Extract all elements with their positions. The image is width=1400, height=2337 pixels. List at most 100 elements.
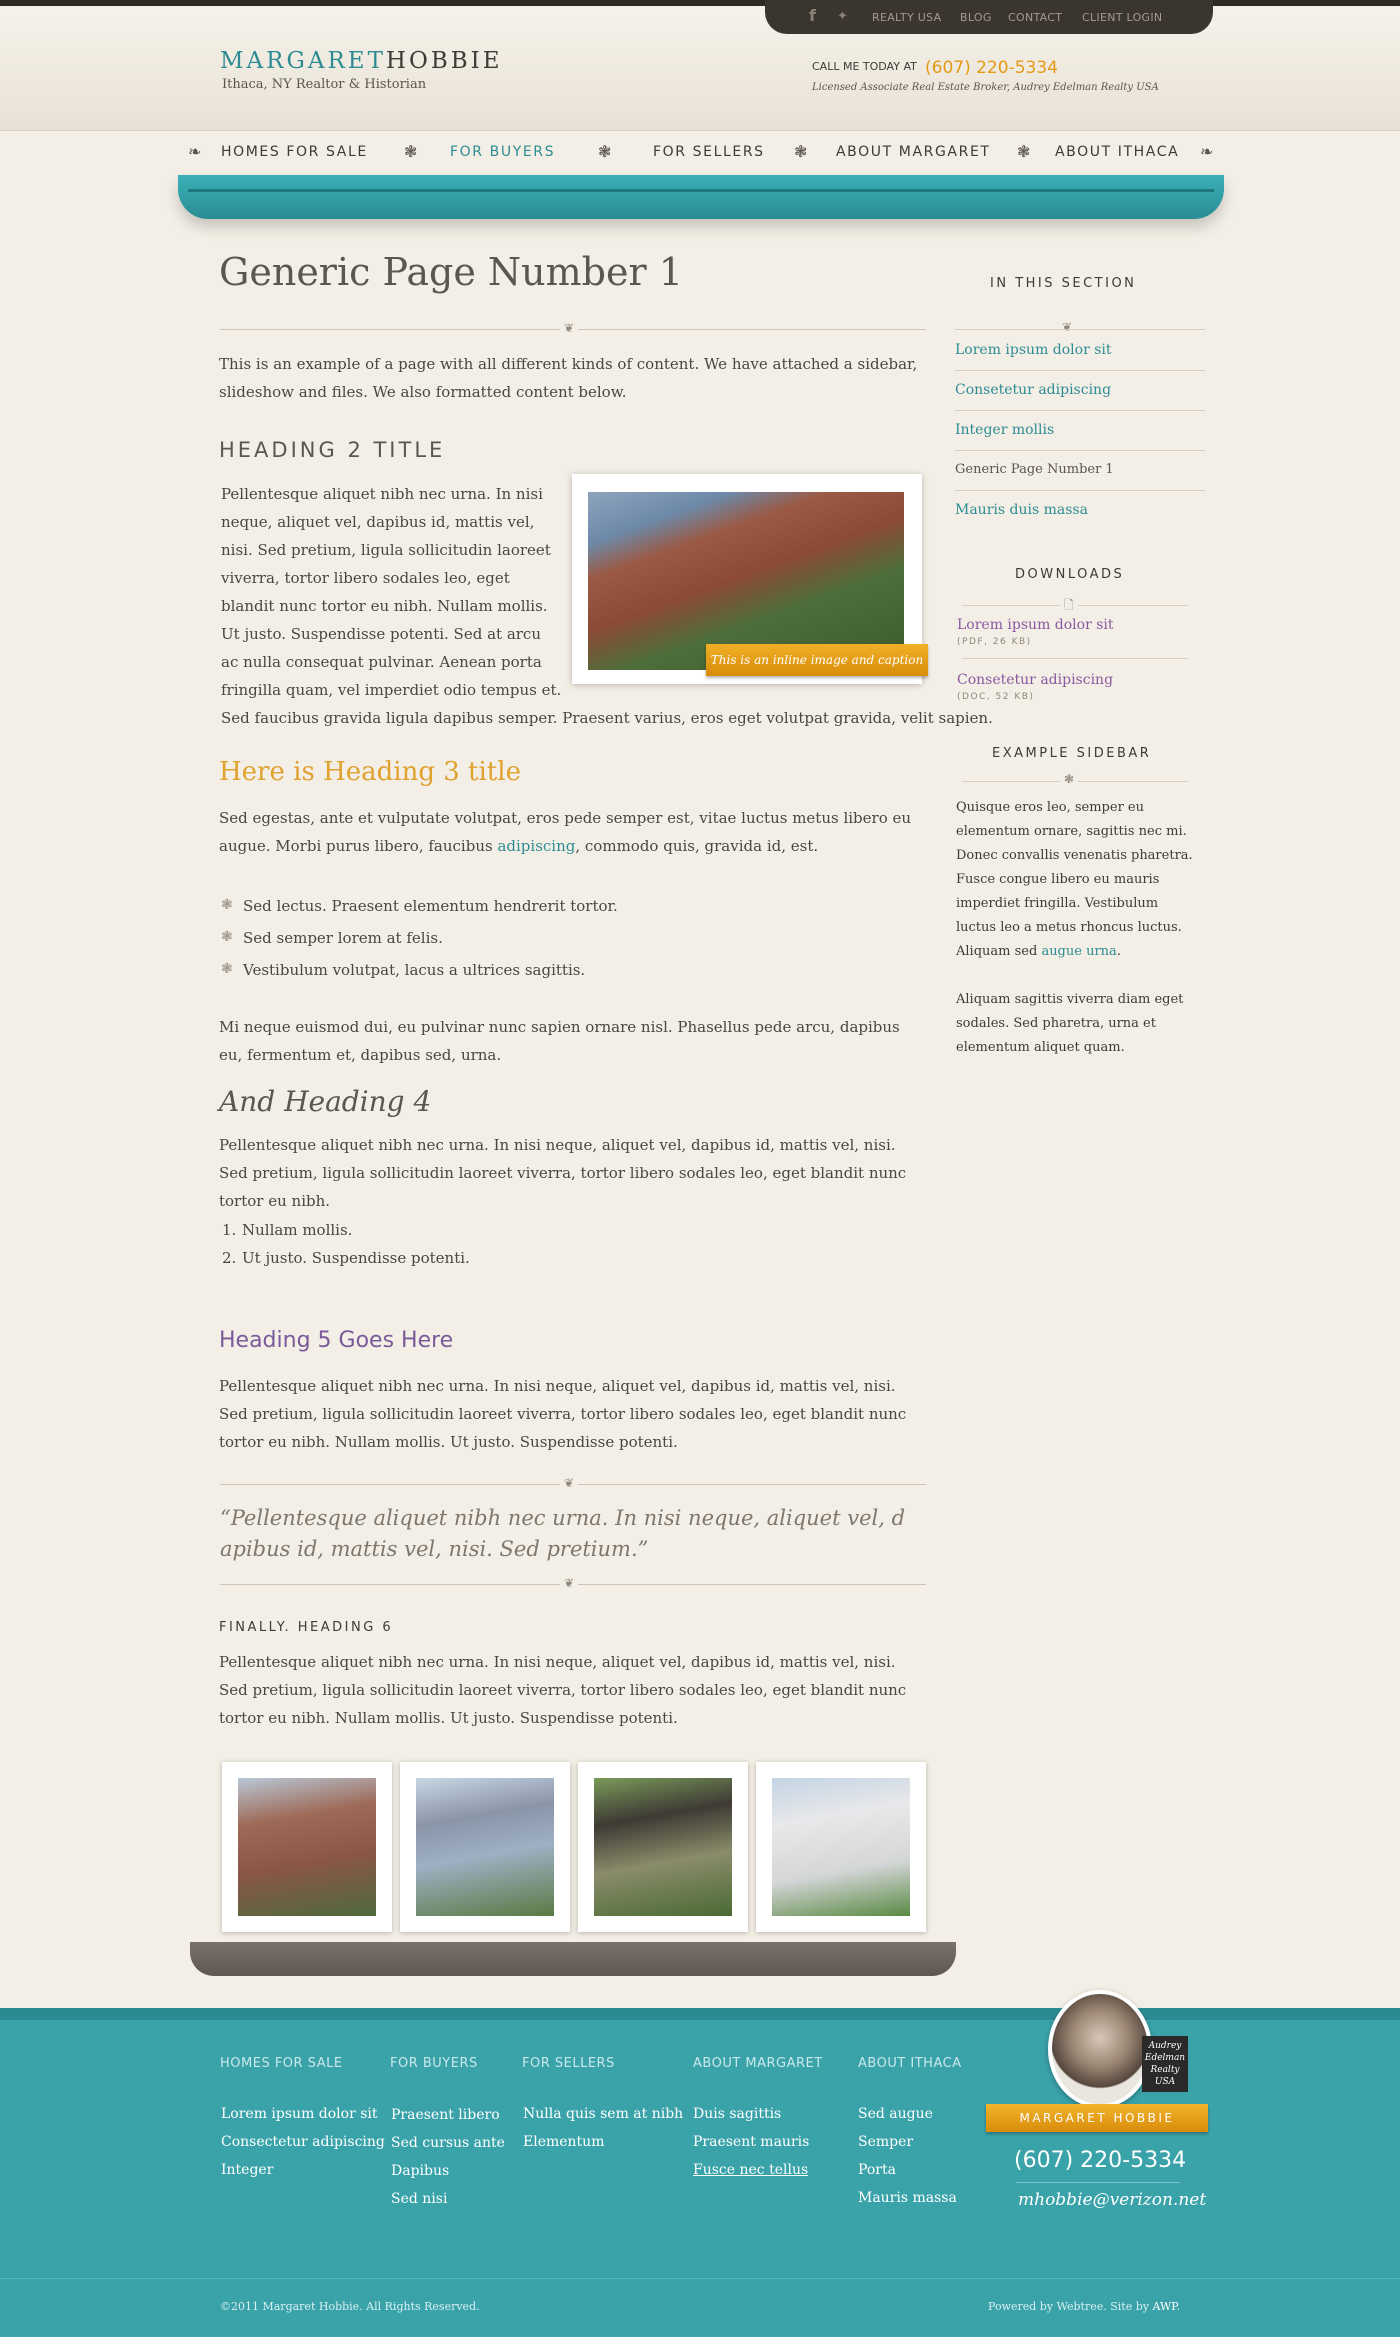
footer-link[interactable]: Semper: [858, 2134, 913, 2150]
blockquote: “Pellentesque aliquet nibh nec urna. In …: [220, 1506, 906, 1561]
footer-link[interactable]: Consectetur adipiscing: [221, 2134, 385, 2150]
bullet-item: Sed semper lorem at felis.: [243, 929, 443, 947]
example-sidebar-title: EXAMPLE SIDEBAR: [992, 746, 1152, 761]
sidebar-divider: [955, 370, 1205, 371]
downloads-title: DOWNLOADS: [1015, 567, 1125, 582]
inline-link[interactable]: adipiscing: [497, 837, 575, 855]
twitter-icon[interactable]: ✦: [837, 9, 848, 24]
license-note: Licensed Associate Real Estate Broker, A…: [812, 82, 1159, 93]
nav-for-sellers[interactable]: FOR SELLERS: [653, 144, 765, 160]
footer-link[interactable]: Sed cursus ante: [391, 2135, 505, 2151]
download-meta-2: (DOC, 52 KB): [957, 692, 1035, 702]
bullet-icon: ❃: [221, 897, 233, 913]
call-label: CALL ME TODAY AT: [812, 60, 917, 73]
agent-avatar: [1048, 1990, 1152, 2108]
logo-last-name: HOBBIE: [385, 48, 503, 74]
footer-link[interactable]: Elementum: [523, 2134, 604, 2150]
footer-link[interactable]: Nulla quis sem at nibh: [523, 2106, 683, 2122]
sidebar-item-integer[interactable]: Integer mollis: [955, 422, 1054, 438]
site-tagline: Ithaca, NY Realtor & Historian: [222, 77, 427, 92]
image-caption: This is an inline image and caption: [706, 644, 928, 676]
gallery-thumb-1[interactable]: [222, 1762, 392, 1932]
main-nav: ❧ HOMES FOR SALE ❃ FOR BUYERS ❃ FOR SELL…: [0, 138, 1400, 168]
footer-link[interactable]: Duis sagittis: [693, 2106, 781, 2122]
utility-link-blog[interactable]: BLOG: [960, 11, 992, 24]
nav-homes-for-sale[interactable]: HOMES FOR SALE: [221, 144, 368, 160]
document-icon: 🗋: [1060, 596, 1078, 617]
gallery-thumb-3[interactable]: [578, 1762, 748, 1932]
footer-link[interactable]: Fusce nec tellus: [693, 2162, 808, 2178]
heading-3-paragraph: Sed egestas, ante et vulputate volutpat,…: [219, 804, 927, 860]
sidebar-divider: [955, 410, 1205, 411]
footer-col-title[interactable]: ABOUT ITHACA: [858, 2056, 962, 2071]
footer-divider: [0, 2278, 1400, 2279]
utility-link-contact[interactable]: CONTACT: [1008, 11, 1062, 24]
utility-bar: f ✦ REALTY USA BLOG CONTACT CLIENT LOGIN: [765, 0, 1213, 34]
footer-link[interactable]: Sed nisi: [391, 2191, 447, 2207]
para-line: ac nulla consequat pulvinar. Aenean port…: [221, 653, 542, 671]
nav-about-margaret[interactable]: ABOUT MARGARET: [836, 144, 991, 160]
text: .: [1176, 2300, 1180, 2313]
footer-col-title[interactable]: ABOUT MARGARET: [693, 2056, 823, 2071]
sidebar-divider: [955, 490, 1205, 491]
download-link-2[interactable]: Consetetur adipiscing: [957, 672, 1113, 688]
footer-link[interactable]: Mauris massa: [858, 2190, 957, 2206]
awp-link[interactable]: AWP: [1152, 2300, 1176, 2313]
page-title: Generic Page Number 1: [219, 250, 683, 294]
footer-link[interactable]: Lorem ipsum dolor sit: [221, 2106, 378, 2122]
powered-by: Powered by Webtree. Site by AWP.: [988, 2300, 1180, 2313]
nav-for-buyers[interactable]: FOR BUYERS: [450, 144, 555, 160]
sidebar-divider: [955, 450, 1205, 451]
site-logo[interactable]: MARGARETHOBBIE: [220, 48, 503, 74]
footer-col-title[interactable]: HOMES FOR SALE: [220, 2056, 343, 2071]
house-photo: [772, 1778, 910, 1916]
footer-col-title[interactable]: FOR BUYERS: [390, 2056, 478, 2071]
divider-ornament-icon: ❦: [1058, 320, 1077, 334]
facebook-icon[interactable]: f: [809, 6, 816, 25]
nav-separator-icon: ❃: [598, 142, 612, 161]
house-photo: [238, 1778, 376, 1916]
footer-email[interactable]: mhobbie@verizon.net: [1018, 2190, 1206, 2210]
footer-link[interactable]: Porta: [858, 2162, 896, 2178]
bullet-icon: ❃: [221, 961, 233, 977]
sidebar-item-consetetur[interactable]: Consetetur adipiscing: [955, 382, 1111, 398]
heading-3: Here is Heading 3 title: [219, 757, 521, 787]
footer-link[interactable]: Dapibus: [391, 2163, 449, 2179]
sidebar-item-current[interactable]: Generic Page Number 1: [955, 462, 1114, 477]
heading-2: HEADING 2 TITLE: [219, 438, 446, 462]
footer-link[interactable]: Praesent mauris: [693, 2134, 809, 2150]
nav-ornament-icon: ❧: [1200, 142, 1214, 161]
paragraph: Mi neque euismod dui, eu pulvinar nunc s…: [219, 1018, 900, 1064]
utility-link-realty[interactable]: REALTY USA: [872, 11, 941, 24]
divider-ornament-icon: ❦: [560, 1576, 579, 1590]
webtree-link[interactable]: Webtree: [1057, 2300, 1104, 2313]
heading-6: FINALLY. HEADING 6: [219, 1620, 394, 1635]
download-link-1[interactable]: Lorem ipsum dolor sit: [957, 617, 1114, 633]
footer-phone[interactable]: (607) 220-5334: [1014, 2148, 1186, 2173]
para-line: viverra, tortor libero sodales leo, eget: [221, 569, 510, 587]
footer-link[interactable]: Integer: [221, 2162, 273, 2178]
heading-4: And Heading 4: [219, 1085, 432, 1118]
ordered-item: Nullam mollis.: [242, 1221, 353, 1239]
heading-5-paragraph: Pellentesque aliquet nibh nec urna. In n…: [219, 1377, 907, 1451]
sidebar-item-lorem[interactable]: Lorem ipsum dolor sit: [955, 342, 1112, 358]
gallery-thumb-2[interactable]: [400, 1762, 570, 1932]
sidebar-item-mauris[interactable]: Mauris duis massa: [955, 502, 1088, 518]
footer-link[interactable]: Praesent libero: [391, 2107, 500, 2123]
house-photo: [594, 1778, 732, 1916]
nav-separator-icon: ❃: [404, 142, 418, 161]
nav-about-ithaca[interactable]: ABOUT ITHACA: [1055, 144, 1179, 160]
download-meta-1: (PDF, 26 KB): [957, 637, 1032, 647]
footer-col-title[interactable]: FOR SELLERS: [522, 2056, 615, 2071]
gallery-thumb-4[interactable]: [756, 1762, 926, 1932]
bullet-icon: ❃: [221, 929, 233, 945]
intro-paragraph: This is an example of a page with all di…: [219, 355, 918, 401]
footer-link[interactable]: Sed augue: [858, 2106, 933, 2122]
utility-link-client-login[interactable]: CLIENT LOGIN: [1082, 11, 1162, 24]
inline-link[interactable]: augue urna: [1041, 944, 1116, 959]
logo-first-name: MARGARET: [220, 48, 386, 74]
header-phone[interactable]: (607) 220-5334: [925, 58, 1058, 78]
para-line: Pellentesque aliquet nibh nec urna. In n…: [221, 485, 543, 503]
text: , commodo quis, gravida id, est.: [575, 837, 819, 855]
text: Quisque eros leo, semper eu elementum or…: [956, 800, 1193, 959]
